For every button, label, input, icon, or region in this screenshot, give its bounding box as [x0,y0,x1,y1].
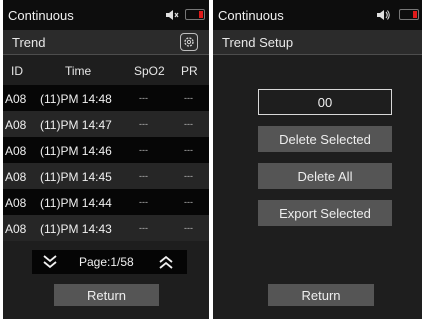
table-row[interactable]: A08 (11)PM 14:46 --- --- [3,137,209,163]
cell-id: A08 [5,222,27,236]
column-header-pr: PR [181,64,198,78]
cell-pr: --- [184,223,193,233]
table-header: ID Time SpO2 PR [3,55,209,85]
cell-id: A08 [5,92,27,106]
trend-screen: Continuous Trend ID Time SpO2 PR A08 (11… [3,0,209,319]
cell-id: A08 [5,118,27,132]
status-bar: Continuous [3,0,209,30]
cell-spo2: --- [139,119,148,129]
cell-spo2: --- [139,145,148,155]
speaker-icon [377,10,390,20]
cell-time: (11)PM 14:43 [40,222,112,236]
cell-pr: --- [184,171,193,181]
battery-low-icon [185,9,205,20]
cell-spo2: --- [139,197,148,207]
battery-low-icon [399,9,419,20]
gear-icon [184,37,194,47]
cell-pr: --- [184,145,193,155]
cell-spo2: --- [139,223,148,233]
cell-id: A08 [5,170,27,184]
cell-spo2: --- [139,171,148,181]
return-button[interactable]: Return [54,284,159,306]
pagination-bar: Page:1/58 [32,250,187,274]
cell-pr: --- [184,93,193,103]
mode-title: Continuous [218,8,284,23]
delete-selected-button[interactable]: Delete Selected [258,126,392,152]
table-row[interactable]: A08 (11)PM 14:43 --- --- [3,215,209,241]
code-input[interactable]: 00 [258,89,392,115]
table-row[interactable]: A08 (11)PM 14:45 --- --- [3,163,209,189]
page-title: Trend [12,35,46,50]
double-chevron-down-icon[interactable] [42,254,58,270]
delete-all-button[interactable]: Delete All [258,163,392,189]
cell-pr: --- [184,119,193,129]
status-bar: Continuous [213,0,422,30]
speaker-muted-icon [166,10,179,20]
cell-time: (11)PM 14:46 [40,144,112,158]
cell-time: (11)PM 14:44 [40,196,112,210]
cell-id: A08 [5,144,27,158]
cell-time: (11)PM 14:48 [40,92,112,106]
table-row[interactable]: A08 (11)PM 14:48 --- --- [3,85,209,111]
double-chevron-up-icon[interactable] [158,254,174,270]
column-header-time: Time [65,64,92,78]
page-header: Trend Setup [213,30,422,55]
page-title: Trend Setup [222,35,294,50]
return-button[interactable]: Return [268,284,374,306]
column-header-id: ID [11,64,23,78]
table-row[interactable]: A08 (11)PM 14:47 --- --- [3,111,209,137]
trend-setup-screen: Continuous Trend Setup 00 Delete Selecte… [213,0,422,319]
column-header-spo2: SpO2 [134,64,165,78]
table-row[interactable]: A08 (11)PM 14:44 --- --- [3,189,209,215]
cell-spo2: --- [139,93,148,103]
cell-id: A08 [5,196,27,210]
settings-button[interactable] [180,33,198,51]
mode-title: Continuous [8,8,74,23]
cell-pr: --- [184,197,193,207]
cell-time: (11)PM 14:47 [40,118,112,132]
cell-time: (11)PM 14:45 [40,170,112,184]
page-indicator: Page:1/58 [79,255,134,269]
export-selected-button[interactable]: Export Selected [258,200,392,226]
page-header: Trend [3,30,209,55]
